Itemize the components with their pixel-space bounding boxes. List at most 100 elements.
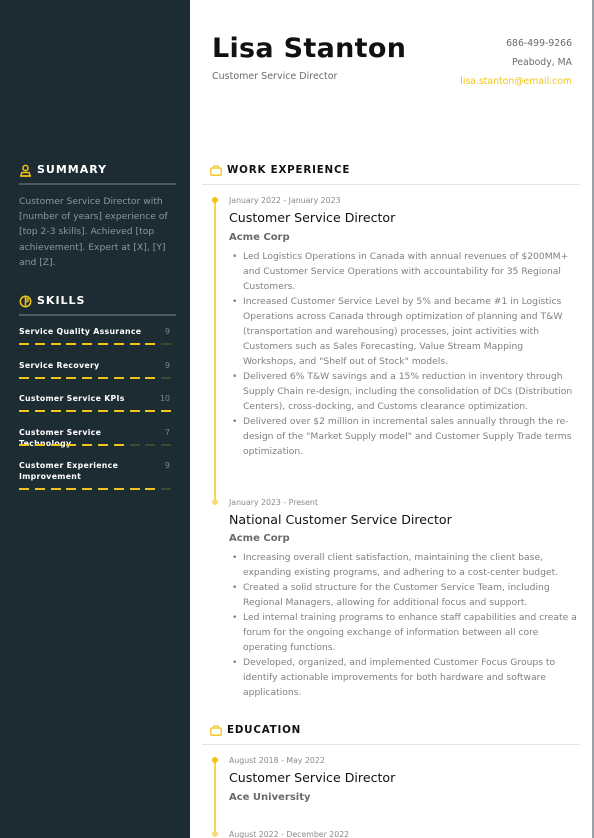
skill-segment-filled [82,410,93,412]
skill-segment-filled [129,410,140,412]
skill-segment-filled [161,410,172,412]
skill-segment-filled [50,377,61,379]
timeline-dot [211,831,218,837]
skill-level: 7 [164,428,170,437]
education-date: August 2018 - May 2022 [229,756,325,765]
skill-name: Customer Service KPIs [19,394,125,403]
education-heading: EDUCATION [202,722,580,745]
job-bullet: Led internal training programs to enhanc… [229,610,579,655]
skill-level-bar [19,488,172,491]
skill-segment-filled [66,488,77,490]
skill-segment-filled [19,410,29,412]
skill-segment-filled [34,343,45,345]
job-title: National Customer Service Director [229,512,452,527]
skill-segment-filled [82,488,93,490]
skill-segment-filled [50,343,61,345]
work-experience-heading: WORK EXPERIENCE [202,162,580,185]
skill-segment-empty [129,444,140,446]
skill-segment-filled [50,410,61,412]
skill-segment-filled [66,444,77,446]
briefcase-icon [210,725,222,736]
skill-segment-filled [34,410,45,412]
summary-heading: SUMMARY [19,163,176,185]
skill-segment-filled [98,444,108,446]
job-bullet: Led Logistics Operations in Canada with … [229,249,579,294]
skill-segment-empty [161,488,172,490]
skill-segment-empty [161,343,172,345]
education-degree: Customer Service Director [229,770,396,785]
skill-segment-filled [19,377,29,379]
skill-segment-filled [34,377,45,379]
education-date: August 2022 - December 2022 [229,830,350,838]
timeline-dot [211,499,218,505]
skill-segment-filled [19,488,29,490]
resume-page: SUMMARY Customer Service Director with [… [0,0,594,838]
skill-level: 9 [164,461,170,470]
education-timeline [214,760,216,834]
skill-segment-filled [19,444,29,446]
work-timeline [214,200,216,502]
skill-segment-filled [34,488,45,490]
candidate-role: Customer Service Director [212,71,338,82]
skill-segment-filled [98,410,108,412]
job-bullets: Increasing overall client satisfaction, … [229,550,579,700]
job-bullet: Created a solid structure for the Custom… [229,580,579,610]
work-experience-title: WORK EXPERIENCE [227,164,351,176]
phone: 686-499-9266 [506,38,572,49]
job-company: Acme Corp [229,232,290,243]
skill-segment-filled [66,377,77,379]
skill-name: Service Recovery [19,361,100,370]
job-bullet: Delivered 6% T&W savings and a 15% reduc… [229,369,579,414]
skills-icon [19,295,32,308]
skill-segment-filled [113,343,124,345]
skill-segment-filled [113,444,124,446]
skills-title: SKILLS [37,294,86,307]
skill-segment-filled [82,444,93,446]
skill-segment-filled [145,488,156,490]
job-bullet: Increasing overall client satisfaction, … [229,550,579,580]
skill-segment-filled [82,377,93,379]
timeline-dot [211,757,218,763]
skill-segment-empty [161,444,172,446]
skill-level-bar [19,343,172,346]
skill-segment-filled [66,410,77,412]
skill-segment-filled [113,377,124,379]
user-icon [20,164,31,177]
skill-segment-filled [145,377,156,379]
skill-segment-filled [98,343,108,345]
job-bullet: Delivered over $2 million in incremental… [229,414,579,459]
sidebar: SUMMARY Customer Service Director with [… [0,0,190,838]
job-bullets: Led Logistics Operations in Canada with … [229,249,579,459]
skill-segment-filled [50,488,61,490]
summary-title: SUMMARY [37,163,108,176]
skill-segment-filled [98,377,108,379]
skill-segment-filled [98,488,108,490]
job-title: Customer Service Director [229,210,396,225]
skill-level: 9 [164,327,170,336]
skill-level: 10 [159,394,170,403]
skill-segment-filled [34,444,45,446]
skill-name: Service Quality Assurance [19,327,142,336]
skill-segment-filled [66,343,77,345]
skill-segment-filled [82,343,93,345]
skill-level: 9 [164,361,170,370]
skill-segment-filled [50,444,61,446]
email-link[interactable]: lisa.stanton@email.com [460,75,572,88]
skill-segment-filled [129,377,140,379]
job-company: Acme Corp [229,533,290,544]
skill-segment-filled [113,410,124,412]
summary-text: Customer Service Director with [number o… [19,196,168,268]
skill-level-bar [19,410,172,413]
skill-segment-filled [113,488,124,490]
skill-segment-filled [129,343,140,345]
skill-segment-empty [161,377,172,379]
skills-heading: SKILLS [19,294,176,316]
job-bullet: Increased Customer Service Level by 5% a… [229,294,579,369]
location: Peabody, MA [512,57,572,68]
briefcase-icon [210,165,222,176]
skill-segment-filled [129,488,140,490]
job-bullet: Developed, organized, and implemented Cu… [229,655,579,700]
education-title: EDUCATION [227,724,302,736]
skill-segment-filled [145,410,156,412]
skill-segment-filled [145,343,156,345]
